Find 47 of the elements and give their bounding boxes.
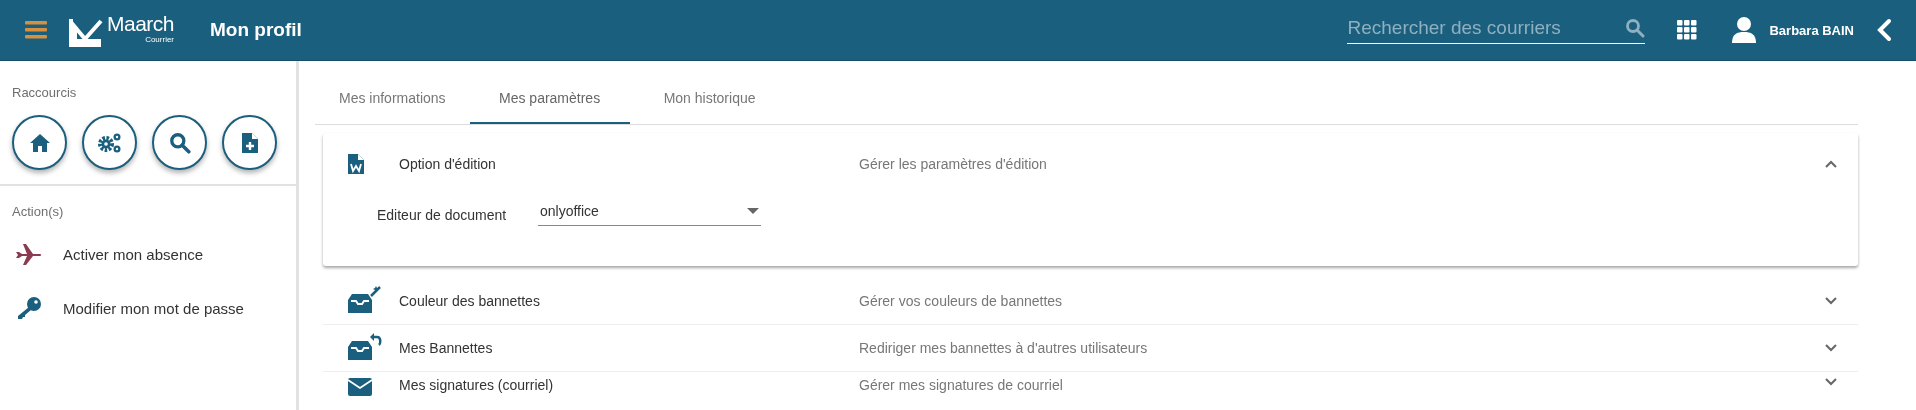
user-name[interactable]: Barbara BAIN [1769, 22, 1854, 38]
dropdown-arrow-icon[interactable] [747, 208, 759, 214]
inbox-wand-icon [347, 286, 383, 316]
logo-name: Maarch [107, 13, 175, 35]
home-button[interactable] [12, 115, 67, 170]
key-icon[interactable] [15, 296, 43, 320]
chevron-down-icon[interactable] [1824, 377, 1838, 387]
new-document-button[interactable] [222, 115, 277, 170]
panel-description: Gérer mes signatures de courriel [859, 377, 1064, 393]
tab[interactable]: Mes informations [315, 75, 470, 124]
tab[interactable]: Mon historique [629, 75, 790, 124]
chevron-left-icon[interactable] [1876, 18, 1892, 42]
menu-icon[interactable] [25, 21, 47, 39]
field-label: Editeur de document [377, 206, 508, 223]
chevron-down-icon[interactable] [1824, 296, 1838, 306]
search-icon[interactable] [1625, 17, 1646, 38]
panel-title[interactable]: Option d'édition [399, 156, 859, 172]
tab[interactable]: Mes paramètres [469, 75, 630, 124]
search-icon[interactable] [168, 131, 191, 154]
chevron-down-icon[interactable] [1824, 343, 1838, 353]
chevron-up-icon[interactable] [1824, 159, 1838, 169]
section-title: Raccourcis [12, 85, 77, 100]
panel-description: Gérer vos couleurs de bannettes [859, 293, 1064, 309]
word-document-icon [347, 153, 365, 175]
user-icon[interactable] [1731, 16, 1758, 44]
panel-title[interactable]: Mes Bannettes [399, 340, 859, 356]
panel-title[interactable]: Mes signatures (courriel) [399, 377, 859, 393]
gears-button[interactable] [82, 115, 137, 170]
new-document-icon[interactable] [240, 131, 259, 154]
envelope-icon [347, 377, 373, 397]
apps-grid-icon[interactable] [1677, 20, 1698, 40]
inbox-return-icon [347, 333, 383, 363]
home-icon[interactable] [28, 132, 51, 153]
search-field[interactable]: Rechercher des courriers [1347, 16, 1646, 44]
gears-icon[interactable] [96, 131, 123, 154]
action-link[interactable]: Activer mon absence [63, 245, 204, 263]
section-title: Action(s) [12, 204, 64, 219]
page-title: Mon profil [210, 19, 302, 41]
panel-title[interactable]: Couleur des bannettes [399, 293, 859, 309]
panel-description: Gérer les paramètres d'édition [859, 156, 1048, 172]
panel-description: Rediriger mes bannettes à d'autres utilisateurs [859, 340, 1149, 356]
logo-subtitle: Courrier [145, 35, 175, 45]
search-button[interactable] [152, 115, 207, 170]
logo-icon [69, 17, 105, 47]
airplane-icon[interactable] [15, 242, 43, 266]
editor-select[interactable]: onlyoffice [538, 203, 761, 226]
action-link[interactable]: Modifier mon mot de passe [63, 299, 244, 317]
